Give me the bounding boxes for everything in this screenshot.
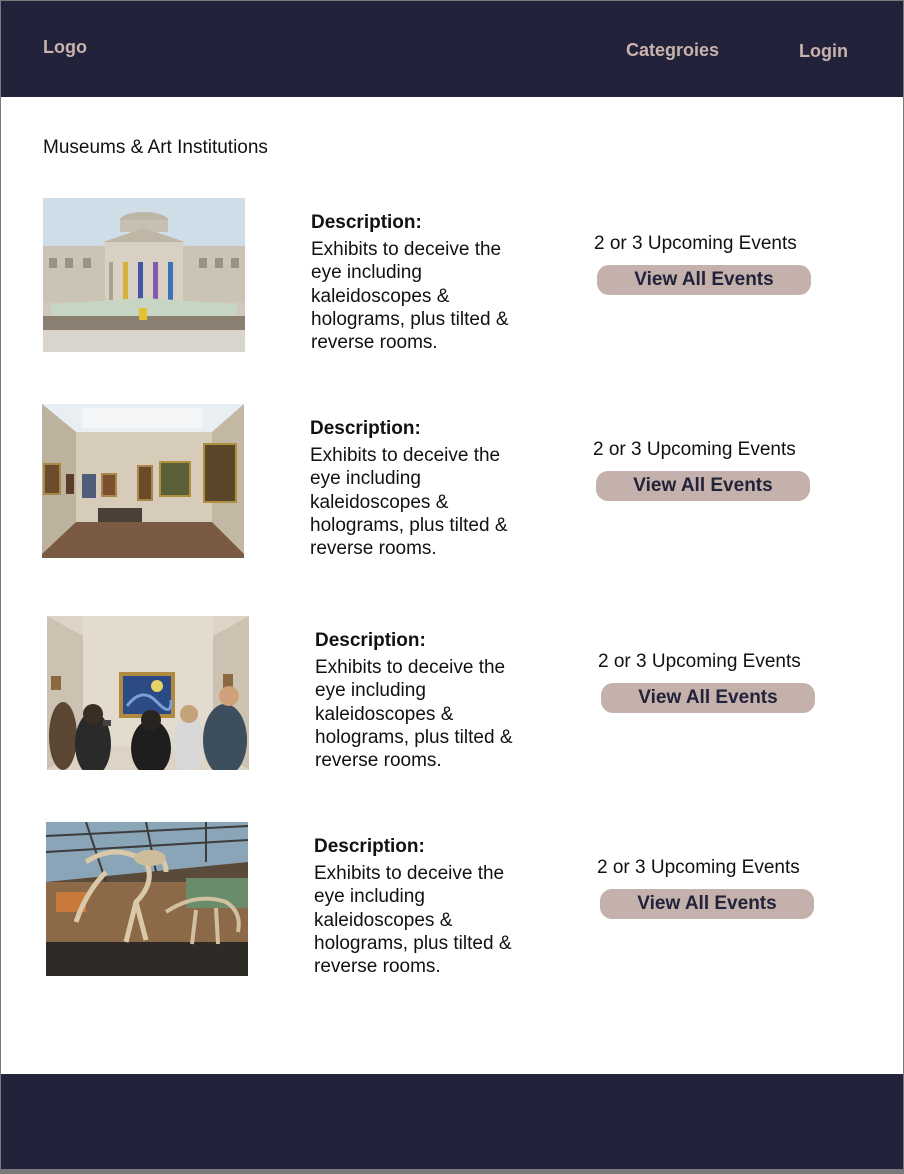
description-text: Exhibits to deceive the eye including ka… bbox=[310, 445, 508, 560]
site-header: Logo Categroies Login bbox=[1, 1, 903, 97]
museum-card: Description: Exhibits to deceive the eye… bbox=[42, 404, 842, 564]
description-text: Exhibits to deceive the eye including ka… bbox=[315, 657, 513, 772]
museum-exterior-image bbox=[43, 198, 245, 352]
description-text: Exhibits to deceive the eye including ka… bbox=[311, 239, 509, 354]
view-all-events-button[interactable]: View All Events bbox=[600, 889, 814, 919]
logo[interactable]: Logo bbox=[43, 37, 87, 58]
description-label: Description: bbox=[315, 630, 426, 651]
site-footer bbox=[1, 1074, 903, 1169]
museum-card: Description: Exhibits to deceive the eye… bbox=[46, 822, 846, 982]
upcoming-events-count: 2 or 3 Upcoming Events bbox=[597, 857, 800, 878]
page: Logo Categroies Login Museums & Art Inst… bbox=[1, 1, 903, 1169]
museum-card: Description: Exhibits to deceive the eye… bbox=[43, 198, 843, 358]
gallery-visitors-image bbox=[47, 616, 249, 770]
gallery-interior-image bbox=[42, 404, 244, 558]
description-label: Description: bbox=[311, 212, 422, 233]
museum-card: Description: Exhibits to deceive the eye… bbox=[47, 616, 847, 776]
dinosaur-hall-image bbox=[46, 822, 248, 976]
view-all-events-button[interactable]: View All Events bbox=[601, 683, 815, 713]
nav-categories-link[interactable]: Categroies bbox=[626, 40, 719, 61]
upcoming-events-count: 2 or 3 Upcoming Events bbox=[594, 233, 797, 254]
nav-login-link[interactable]: Login bbox=[799, 41, 848, 62]
upcoming-events-count: 2 or 3 Upcoming Events bbox=[598, 651, 801, 672]
description-label: Description: bbox=[314, 836, 425, 857]
view-all-events-button[interactable]: View All Events bbox=[597, 265, 811, 295]
description-text: Exhibits to deceive the eye including ka… bbox=[314, 863, 512, 978]
upcoming-events-count: 2 or 3 Upcoming Events bbox=[593, 439, 796, 460]
view-all-events-button[interactable]: View All Events bbox=[596, 471, 810, 501]
section-title: Museums & Art Institutions bbox=[43, 137, 268, 158]
description-label: Description: bbox=[310, 418, 421, 439]
